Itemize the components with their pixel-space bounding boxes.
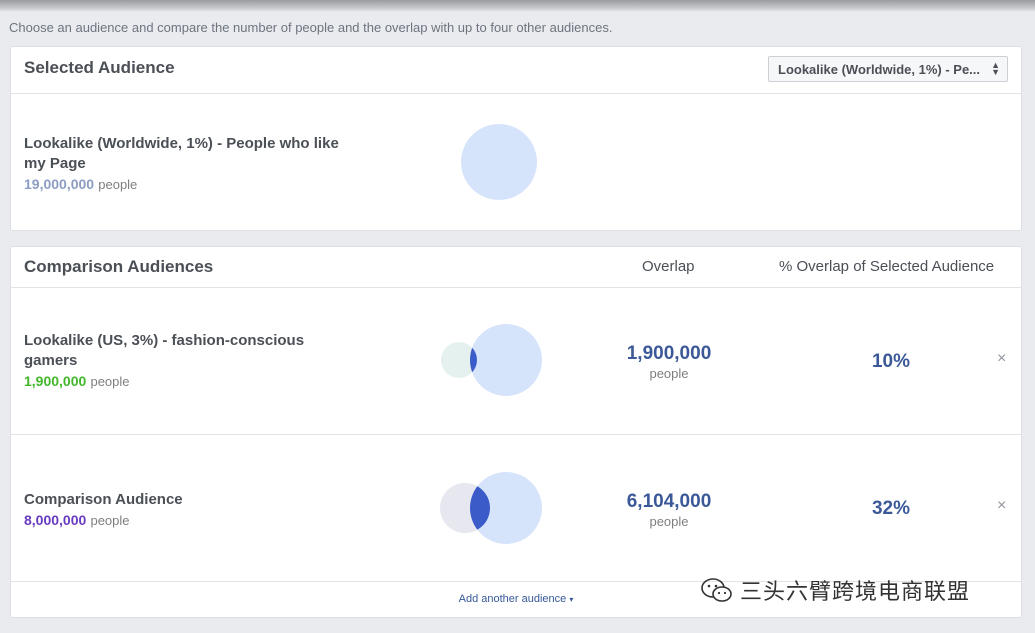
comparison-audience-count: 8,000,000 [24,512,87,528]
selected-audience-unit: people [98,177,138,192]
selected-audience-name: Lookalike (Worldwide, 1%) - People who l… [24,135,339,172]
comparison-audience-name: Comparison Audience [24,491,183,508]
remove-audience-button[interactable]: × [997,350,1006,368]
top-bar [0,0,1035,12]
overlap-unit: people [649,514,689,529]
audience-dropdown-value: Lookalike (Worldwide, 1%) - Pe... [778,62,981,77]
intro-text: Choose an audience and compare the numbe… [9,20,613,35]
selected-audience-header: Selected Audience Lookalike (Worldwide, … [11,47,1021,94]
overlap-value: 6,104,000 people [599,491,739,531]
overlap-count: 1,900,000 [626,343,712,364]
comparison-header: Comparison Audiences Overlap % Overlap o… [11,247,1021,288]
selected-audience-info: Lookalike (Worldwide, 1%) - People who l… [24,134,344,195]
comparison-audience-count: 1,900,000 [24,373,87,389]
overlap-percent: 32% [871,498,911,519]
watermark: 三头六臂跨境电商联盟 [700,574,970,606]
audience-dropdown[interactable]: Lookalike (Worldwide, 1%) - Pe... ▲ ▼ [768,56,1008,82]
comparison-title: Comparison Audiences [24,257,214,276]
comparison-row: Comparison Audience 8,000,000 people 6,1… [11,435,1021,582]
comparison-audience-info: Lookalike (US, 3%) - fashion-conscious g… [24,331,344,392]
comparison-row: Lookalike (US, 3%) - fashion-conscious g… [11,288,1021,435]
comparison-audience-unit: people [90,374,130,389]
comparison-audience-name: Lookalike (US, 3%) - fashion-conscious g… [24,332,305,369]
overlap-unit: people [649,366,689,381]
overlap-column-header: Overlap [642,258,695,275]
selected-audience-circle [461,124,537,200]
selected-audience-title: Selected Audience [24,58,175,77]
add-another-audience-label: Add another audience [458,593,567,605]
comparison-audience-unit: people [90,513,130,528]
overlap-venn-diagram [440,472,542,544]
selected-audience-panel: Selected Audience Lookalike (Worldwide, … [10,46,1022,231]
overlap-value: 1,900,000 people [599,343,739,383]
comparison-audience-info: Comparison Audience 8,000,000 people [24,490,344,531]
updown-arrow-icon: ▲ ▼ [991,60,1000,77]
wechat-icon [701,578,732,602]
watermark-text: 三头六臂跨境电商联盟 [740,579,971,604]
comparison-audiences-panel: Comparison Audiences Overlap % Overlap o… [10,246,1022,618]
remove-audience-button[interactable]: × [997,497,1006,515]
percent-overlap-column-header: % Overlap of Selected Audience [779,258,995,275]
overlap-venn-diagram [441,324,542,396]
caret-down-icon: ▾ [569,595,574,604]
overlap-count: 6,104,000 [626,491,712,512]
selected-audience-count: 19,000,000 [24,176,95,192]
overlap-percent: 10% [871,351,911,372]
selected-circle [470,324,542,396]
